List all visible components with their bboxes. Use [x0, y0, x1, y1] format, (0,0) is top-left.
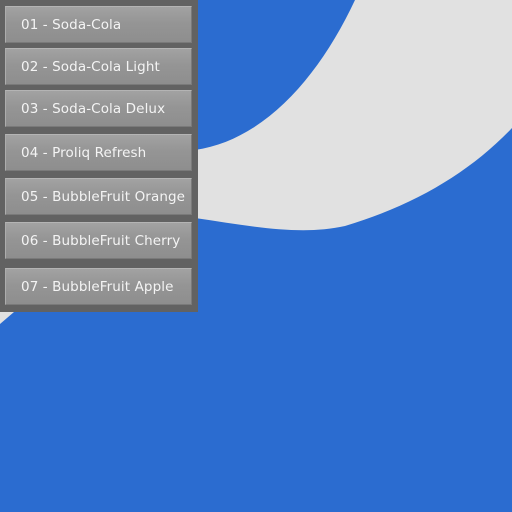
menu-item-label: 05 - BubbleFruit Orange: [21, 189, 186, 205]
menu-item-label: 02 - Soda-Cola Light: [21, 59, 160, 75]
menu-item-soda-cola-delux[interactable]: 03 - Soda-Cola Delux: [5, 90, 192, 127]
menu-item-label: 03 - Soda-Cola Delux: [21, 101, 166, 117]
menu-item-soda-cola-light[interactable]: 02 - Soda-Cola Light: [5, 48, 192, 85]
menu-item-label: 01 - Soda-Cola: [21, 17, 122, 33]
menu-item-label: 06 - BubbleFruit Cherry: [21, 233, 181, 249]
menu-item-bubblefruit-orange[interactable]: 05 - BubbleFruit Orange: [5, 178, 192, 215]
product-menu-panel: 01 - Soda-Cola 02 - Soda-Cola Light 03 -…: [0, 0, 198, 312]
menu-item-label: 07 - BubbleFruit Apple: [21, 279, 174, 295]
menu-item-soda-cola[interactable]: 01 - Soda-Cola: [5, 6, 192, 43]
menu-item-bubblefruit-cherry[interactable]: 06 - BubbleFruit Cherry: [5, 222, 192, 259]
menu-item-bubblefruit-apple[interactable]: 07 - BubbleFruit Apple: [5, 268, 192, 305]
menu-item-label: 04 - Proliq Refresh: [21, 145, 147, 161]
menu-item-proliq-refresh[interactable]: 04 - Proliq Refresh: [5, 134, 192, 171]
